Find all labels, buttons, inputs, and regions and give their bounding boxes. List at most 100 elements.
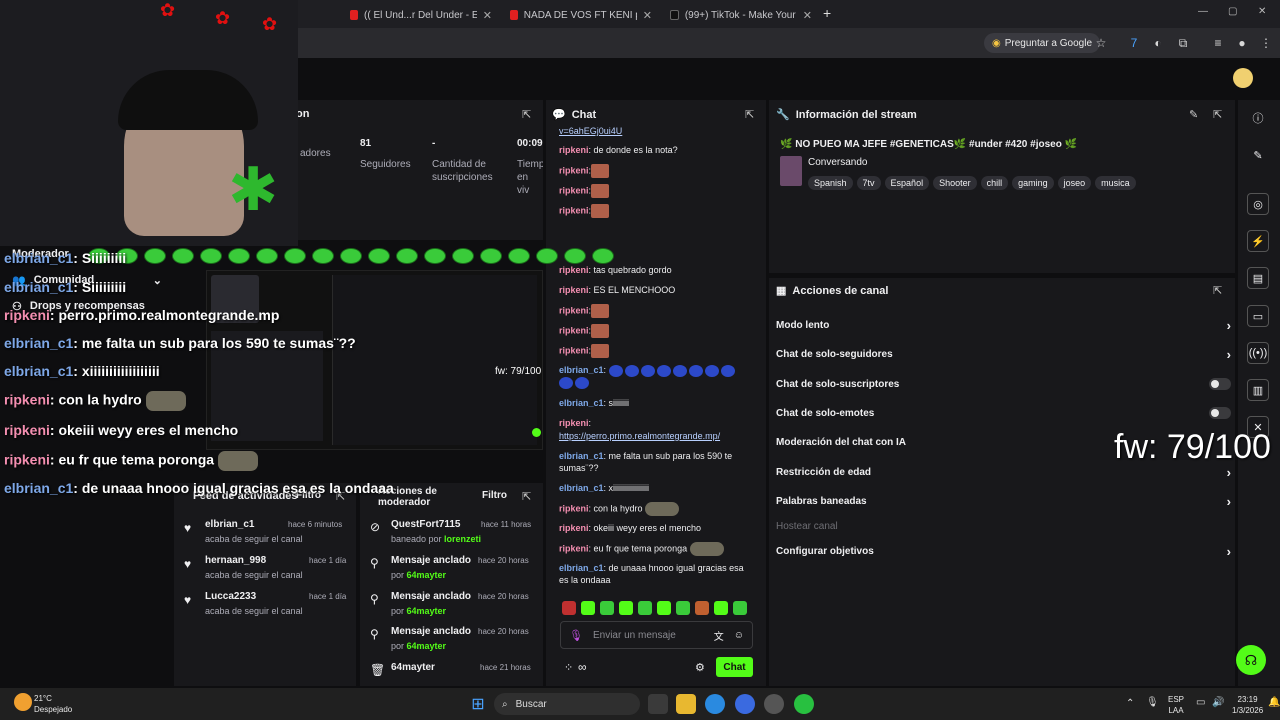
weather-icon[interactable]: [14, 693, 32, 711]
translate-extension-icon[interactable]: 7: [1126, 35, 1142, 51]
popout-icon[interactable]: ⇱: [745, 108, 754, 121]
mod-action-name[interactable]: Mensaje anclado: [391, 591, 471, 602]
file-explorer-icon[interactable]: [676, 694, 696, 714]
tag[interactable]: musica: [1095, 176, 1136, 190]
dark-mode-icon[interactable]: ◐: [1150, 35, 1166, 51]
chat-username[interactable]: ripkeni: [559, 305, 589, 315]
popout-icon[interactable]: ⇱: [522, 490, 531, 503]
language-indicator[interactable]: ESP LAA: [1168, 694, 1184, 716]
emote-icon[interactable]: [695, 601, 709, 615]
tag[interactable]: 7tv: [856, 176, 881, 190]
close-icon[interactable]: ✕: [483, 9, 492, 22]
subs-only-toggle[interactable]: [1209, 378, 1231, 390]
chat-username[interactable]: ripkeni: [559, 345, 589, 355]
tag[interactable]: Shooter: [933, 176, 977, 190]
menu-icon[interactable]: ⋮: [1258, 35, 1274, 51]
settings-icon[interactable]: ⚙: [695, 661, 705, 674]
chat-username[interactable]: ripkeni: [559, 165, 589, 175]
mod-action-user[interactable]: 64mayter: [407, 641, 447, 651]
extensions-icon[interactable]: ⧉: [1175, 35, 1191, 51]
edit-icon[interactable]: ✎: [1189, 108, 1198, 121]
mod-action-name[interactable]: Mensaje anclado: [391, 626, 471, 637]
broadcast-icon[interactable]: ((•)): [1247, 342, 1269, 364]
tag[interactable]: Español: [884, 176, 930, 190]
obs-icon[interactable]: [764, 694, 784, 714]
chat-username[interactable]: ripkeni: [559, 503, 589, 513]
close-icon[interactable]: ✕: [803, 9, 812, 22]
chat-username[interactable]: ripkeni: [559, 523, 589, 533]
chat-link[interactable]: https://perro.primo.realmontegrande.mp/: [559, 430, 720, 442]
emote-icon[interactable]: [733, 601, 747, 615]
new-tab-button[interactable]: +: [823, 5, 831, 21]
emote-icon[interactable]: [657, 601, 671, 615]
chrome-icon[interactable]: [705, 694, 725, 714]
chat-username[interactable]: ripkeni: [559, 265, 589, 275]
star-icon[interactable]: ☆: [1093, 35, 1109, 51]
emote-icon[interactable]: [714, 601, 728, 615]
mod-action-name[interactable]: Mensaje anclado: [391, 555, 471, 566]
tag[interactable]: gaming: [1012, 176, 1054, 190]
clock[interactable]: 23:19 1/3/2026: [1232, 694, 1263, 716]
whatsapp-icon[interactable]: [794, 694, 814, 714]
chat-username[interactable]: ripkeni: [559, 185, 589, 195]
camera-icon[interactable]: ◎: [1247, 193, 1269, 215]
action-emote-only[interactable]: Chat de solo-emotes: [776, 402, 1231, 424]
maximize-icon[interactable]: ▢: [1228, 6, 1237, 17]
profile-icon[interactable]: ●: [1234, 35, 1250, 51]
action-set-goals[interactable]: Configurar objetivos ›: [776, 540, 1231, 562]
taskbar-search[interactable]: ⌕ Buscar: [494, 693, 640, 715]
chat-link[interactable]: v=6ahEGj0ui4U: [559, 125, 622, 137]
popout-icon[interactable]: ⇱: [1213, 284, 1222, 297]
chat-username[interactable]: ripkeni: [559, 543, 589, 553]
stream-category[interactable]: Conversando: [808, 157, 867, 168]
tray-chevron-icon[interactable]: ⌃: [1126, 698, 1134, 709]
category-thumbnail[interactable]: [780, 156, 802, 186]
notification-icon[interactable]: 🔔: [1268, 697, 1280, 708]
close-icon[interactable]: ✕: [643, 9, 652, 22]
tray-mic-icon[interactable]: 🎙: [1146, 697, 1159, 708]
document-icon[interactable]: ▤: [1247, 267, 1269, 289]
task-view-icon[interactable]: [648, 694, 668, 714]
volume-icon[interactable]: 🔊: [1212, 697, 1224, 708]
mod-action-user[interactable]: 64mayter: [407, 606, 447, 616]
stream-preview[interactable]: [206, 270, 543, 450]
mod-action-name[interactable]: QuestFort7115: [391, 519, 460, 530]
tab-tiktok[interactable]: (99+) TikTok - Make Your Day ✕: [662, 4, 820, 26]
send-chat-button[interactable]: Chat: [716, 657, 753, 677]
emoji-icon[interactable]: ☺: [734, 630, 744, 641]
chat-username[interactable]: elbrian_c1: [559, 483, 604, 493]
pencil-icon[interactable]: ✎: [1247, 144, 1269, 166]
translate-icon[interactable]: 文: [714, 628, 724, 643]
chat-username[interactable]: ripkeni: [559, 205, 589, 215]
mod-filter-button[interactable]: Filtro: [482, 490, 507, 501]
info-icon[interactable]: ⓘ: [1247, 107, 1269, 129]
emote-icon[interactable]: [676, 601, 690, 615]
mod-action-name[interactable]: 64mayter: [391, 662, 435, 673]
chat-username[interactable]: ripkeni: [559, 418, 589, 428]
layout-icon[interactable]: ▥: [1247, 379, 1269, 401]
activity-user[interactable]: elbrian_c1: [205, 519, 254, 530]
lightning-icon[interactable]: ⚡: [1247, 230, 1269, 252]
chat-username[interactable]: elbrian_c1: [559, 451, 604, 461]
display-icon[interactable]: ▭: [1196, 697, 1205, 708]
user-avatar[interactable]: [1233, 68, 1253, 88]
chat-username[interactable]: elbrian_c1: [559, 398, 604, 408]
emote-icon[interactable]: [562, 601, 576, 615]
mod-action-user[interactable]: lorenzeti: [444, 534, 481, 544]
tag[interactable]: joseo: [1057, 176, 1092, 190]
weather-widget[interactable]: 21°C Despejado: [34, 693, 72, 715]
chat-username[interactable]: ripkeni: [559, 145, 589, 155]
support-button[interactable]: ☊: [1236, 645, 1266, 675]
chat-username[interactable]: ripkeni: [559, 285, 589, 295]
action-followers-only[interactable]: Chat de solo-seguidores ›: [776, 343, 1231, 365]
emote-only-toggle[interactable]: [1209, 407, 1231, 419]
infinity-icon[interactable]: ∞: [578, 660, 587, 674]
emote-icon[interactable]: [638, 601, 652, 615]
activity-user[interactable]: Lucca2233: [205, 591, 256, 602]
close-window-icon[interactable]: ✕: [1258, 6, 1266, 17]
activity-user[interactable]: hernaan_998: [205, 555, 266, 566]
chat-username[interactable]: elbrian_c1: [559, 563, 604, 573]
points-icon[interactable]: ⁘: [564, 661, 573, 674]
action-slow-mode[interactable]: Modo lento ›: [776, 314, 1231, 336]
emote-icon[interactable]: [581, 601, 595, 615]
